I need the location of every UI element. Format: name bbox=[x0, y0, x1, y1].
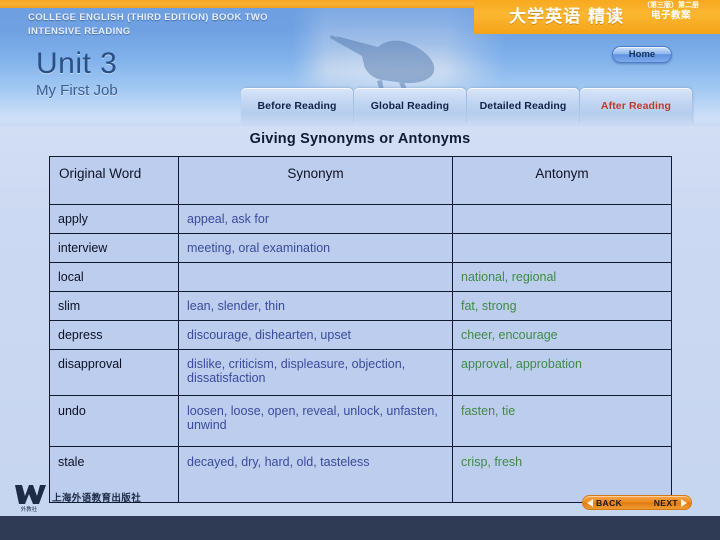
unit-subtitle: My First Job bbox=[36, 82, 118, 99]
slide-root: 大学英语 精读 （第三版）第二册 电子教案 COLLEGE ENGLISH (T… bbox=[0, 0, 720, 540]
chinese-edition-block: （第三版）第二册 电子教案 bbox=[628, 1, 714, 22]
arrow-left-icon bbox=[587, 498, 593, 507]
table-row: depress discourage, dishearten, upset ch… bbox=[49, 320, 672, 350]
cell-antonym: cheer, encourage bbox=[452, 320, 672, 350]
cell-original-word: local bbox=[49, 262, 179, 292]
cell-synonym: decayed, dry, hard, old, tasteless bbox=[178, 446, 453, 503]
svg-text:外教社: 外教社 bbox=[21, 505, 38, 512]
publisher-logo-icon: 外教社 bbox=[15, 485, 46, 512]
cell-antonym: fasten, tie bbox=[452, 395, 672, 447]
table-row: local national, regional bbox=[49, 262, 672, 292]
unit-title: Unit 3 bbox=[36, 47, 118, 80]
synonyms-antonyms-table: Original Word Synonym Antonym apply appe… bbox=[49, 156, 672, 503]
table-row: interview meeting, oral examination bbox=[49, 233, 672, 263]
table-row: undo loosen, loose, open, reveal, unlock… bbox=[49, 395, 672, 447]
cell-antonym bbox=[452, 204, 672, 234]
cell-original-word: apply bbox=[49, 204, 179, 234]
cell-original-word: interview bbox=[49, 233, 179, 263]
table-row: apply appeal, ask for bbox=[49, 204, 672, 234]
column-header-synonym: Synonym bbox=[178, 156, 453, 205]
cell-synonym: meeting, oral examination bbox=[178, 233, 453, 263]
cell-synonym: dislike, criticism, displeasure, objecti… bbox=[178, 349, 453, 396]
cell-antonym: fat, strong bbox=[452, 291, 672, 321]
back-button[interactable]: BACK bbox=[587, 498, 622, 508]
column-header-original-word: Original Word bbox=[49, 156, 179, 205]
page-title: Giving Synonyms or Antonyms bbox=[249, 131, 471, 147]
tab-global-reading[interactable]: Global Reading bbox=[354, 88, 466, 124]
home-button[interactable]: Home bbox=[612, 46, 672, 63]
book-series-line-2: INTENSIVE READING bbox=[28, 25, 131, 37]
arrow-right-icon bbox=[681, 498, 687, 507]
table-row: slim lean, slender, thin fat, strong bbox=[49, 291, 672, 321]
cell-original-word: depress bbox=[49, 320, 179, 350]
cell-synonym bbox=[178, 262, 453, 292]
table-header-row: Original Word Synonym Antonym bbox=[49, 156, 672, 205]
cell-original-word: undo bbox=[49, 395, 179, 447]
column-header-antonym: Antonym bbox=[452, 156, 672, 205]
cell-original-word: disapproval bbox=[49, 349, 179, 396]
cell-synonym: discourage, dishearten, upset bbox=[178, 320, 453, 350]
publisher-name: 上海外语教育出版社 bbox=[52, 493, 142, 504]
cell-antonym bbox=[452, 233, 672, 263]
cell-synonym: appeal, ask for bbox=[178, 204, 453, 234]
chinese-edition-label: （第三版）第二册 bbox=[643, 1, 699, 9]
tab-before-reading[interactable]: Before Reading bbox=[241, 88, 353, 124]
next-label: NEXT bbox=[653, 497, 678, 508]
cell-original-word: slim bbox=[49, 291, 179, 321]
book-series-line: COLLEGE ENGLISH (THIRD EDITION) BOOK TWO… bbox=[28, 11, 268, 39]
back-label: BACK bbox=[596, 497, 623, 508]
section-tabs: Before Reading Global Reading Detailed R… bbox=[241, 88, 692, 124]
cell-antonym: national, regional bbox=[452, 262, 672, 292]
tab-after-reading[interactable]: After Reading bbox=[580, 88, 692, 124]
table-row: stale decayed, dry, hard, old, tasteless… bbox=[49, 446, 672, 503]
cell-synonym: lean, slender, thin bbox=[178, 291, 453, 321]
table-row: disapproval dislike, criticism, displeas… bbox=[49, 349, 672, 396]
cell-synonym: loosen, loose, open, reveal, unlock, unf… bbox=[178, 395, 453, 447]
next-button[interactable]: NEXT bbox=[654, 498, 687, 508]
tab-detailed-reading[interactable]: Detailed Reading bbox=[467, 88, 579, 124]
book-series-line-1: COLLEGE ENGLISH (THIRD EDITION) BOOK TWO bbox=[28, 12, 268, 23]
cell-antonym: approval, approbation bbox=[452, 349, 672, 396]
footer-bar bbox=[0, 516, 720, 540]
navigation-buttons: BACK NEXT bbox=[582, 495, 692, 510]
chinese-courseware-label: 电子教案 bbox=[650, 9, 691, 21]
chinese-course-title: 大学英语 精读 bbox=[509, 7, 624, 27]
